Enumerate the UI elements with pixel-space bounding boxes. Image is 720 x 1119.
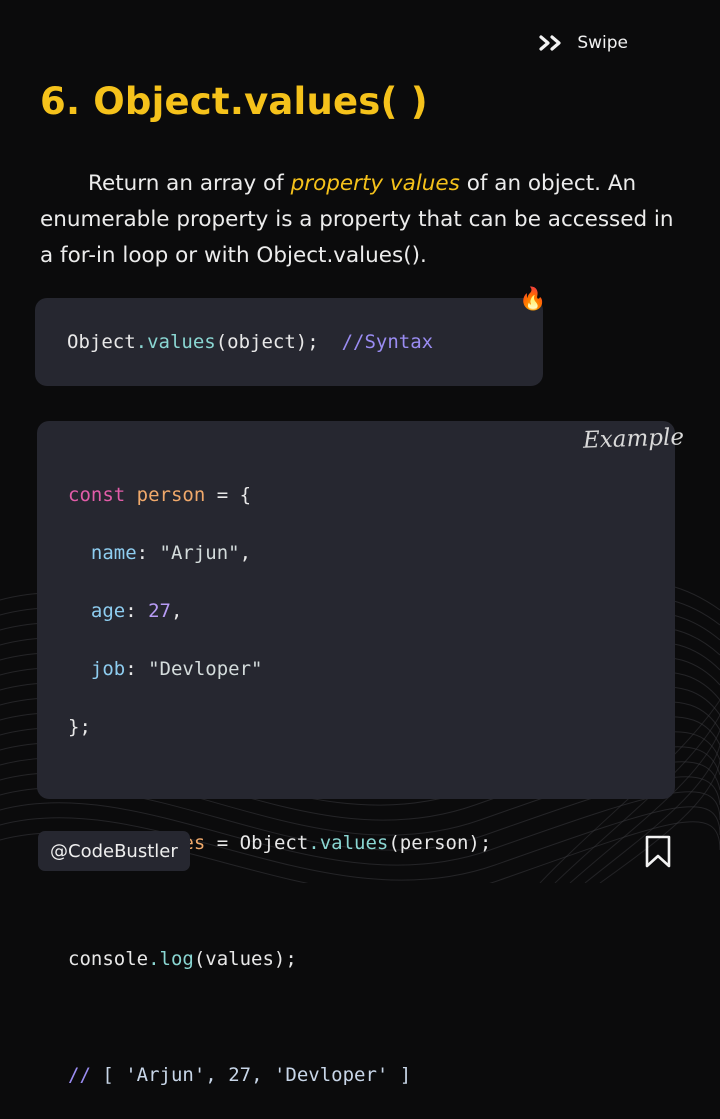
code-token: ,: [251, 1064, 274, 1086]
code-token: values: [319, 832, 389, 854]
code-token: ]: [388, 1064, 412, 1086]
code-token: =: [205, 832, 240, 854]
description-highlight: property values: [290, 171, 460, 196]
author-handle: @CodeBustler: [38, 831, 190, 871]
code-token: 27: [228, 1064, 252, 1086]
code-token: [: [90, 1064, 126, 1086]
code-token: .: [135, 331, 148, 353]
fire-icon: 🔥: [519, 287, 547, 312]
code-token: ,: [171, 600, 183, 622]
code-token: = {: [205, 484, 252, 506]
code-token: const: [68, 484, 126, 506]
description-part1: Return an array of: [88, 171, 291, 196]
code-token: (person);: [388, 832, 492, 854]
code-token: age: [90, 600, 126, 622]
description: Return an array of property values of an…: [40, 166, 690, 274]
example-code: const person = { name: "Arjun", age: 27,…: [68, 452, 491, 1119]
code-token: person: [136, 484, 206, 506]
code-token: Object: [67, 331, 136, 353]
code-line: name: "Arjun",: [68, 539, 491, 568]
code-token: (values);: [193, 948, 297, 970]
double-chevron-right-icon: [539, 35, 561, 51]
code-token: .: [308, 832, 320, 854]
swipe-hint: Swipe: [539, 33, 628, 53]
code-token: 'Arjun': [125, 1064, 206, 1086]
code-token: ,: [205, 1064, 229, 1086]
code-comment: //Syntax: [341, 331, 434, 353]
page-title: 6. Object.values( ): [40, 80, 428, 123]
code-token: "Devloper": [148, 658, 263, 680]
code-line: console.log(values);: [68, 945, 491, 974]
code-token: 27: [148, 600, 171, 622]
code-token: 'Devloper': [273, 1064, 389, 1086]
code-token: log: [159, 948, 194, 970]
code-token: job: [90, 658, 126, 680]
swipe-label: Swipe: [577, 33, 628, 53]
code-token: };: [68, 716, 91, 738]
code-token: Object: [239, 832, 309, 854]
code-token: ,: [239, 542, 252, 564]
code-line: age: 27,: [68, 597, 491, 626]
code-token: :: [125, 658, 149, 680]
example-label: Example: [582, 424, 685, 454]
code-line: const person = {: [68, 481, 491, 510]
code-line: };: [68, 713, 491, 742]
bookmark-icon[interactable]: [644, 835, 672, 869]
code-token: :: [125, 600, 149, 622]
code-token: name: [90, 542, 137, 564]
code-line: // [ 'Arjun', 27, 'Devloper' ]: [68, 1061, 491, 1090]
code-token: :: [136, 542, 160, 564]
code-token: (object);: [215, 331, 319, 353]
syntax-code-line: Object.values(object); //Syntax: [67, 331, 433, 353]
code-token: "Arjun": [159, 542, 240, 564]
code-token: .: [148, 948, 160, 970]
code-line: job: "Devloper": [68, 655, 491, 684]
code-token: //: [68, 1064, 91, 1086]
code-token: console: [68, 948, 149, 970]
code-token: values: [147, 331, 216, 353]
